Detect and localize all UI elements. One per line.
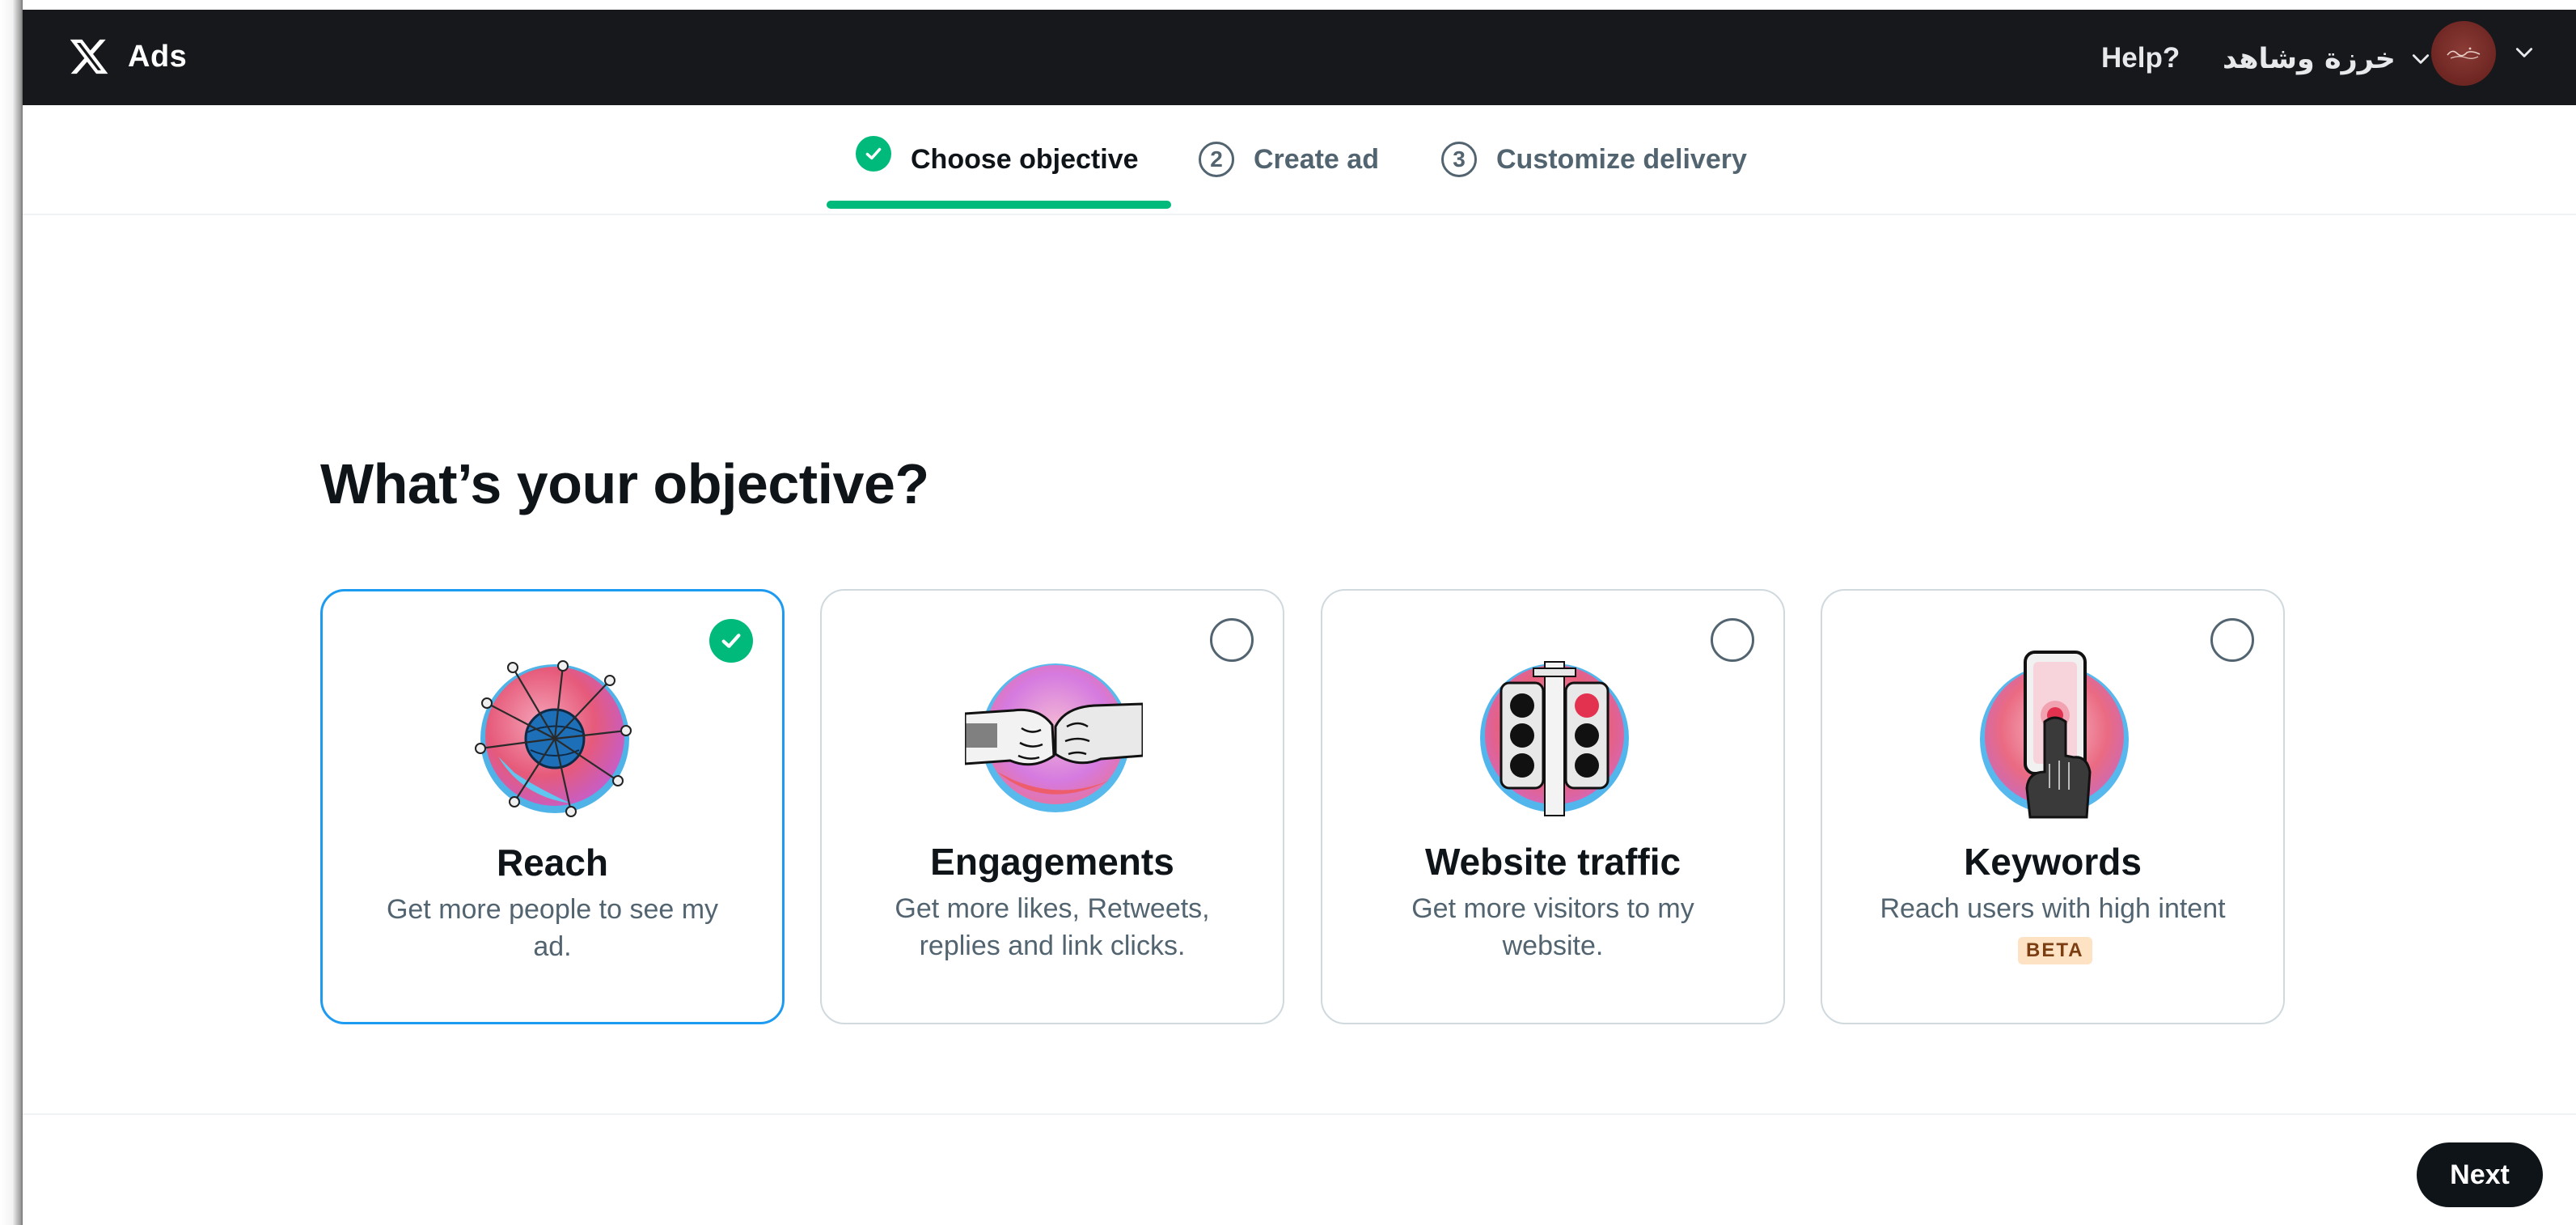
brand-label: Ads [128,39,188,74]
chevron-down-icon [2412,54,2429,64]
step-number-badge: 3 [1441,142,1477,177]
globe-network-illustration-icon [475,660,632,817]
card-description: Reach users with high intent [1880,893,2226,924]
objective-card-website-traffic[interactable]: Website traffic Get more visitors to my … [1321,589,1785,1024]
card-title: Keywords [1964,841,2142,883]
beta-badge: BETA [2018,937,2092,964]
card-description: Get more visitors to my website. [1411,893,1694,961]
footer-divider [23,1113,2576,1115]
step-choose-objective[interactable]: Choose objective [856,136,1139,180]
step-label: Create ad [1254,143,1379,175]
check-icon [856,136,891,172]
ads-app: Ads Help? خرزة وشاهد Choose objective 2 … [23,10,2576,1225]
help-link[interactable]: Help? [2101,42,2180,74]
selected-check-icon[interactable] [709,619,753,663]
profile-menu-chevron-icon[interactable] [2514,42,2535,63]
objective-card-keywords[interactable]: Keywords Reach users with high intent BE… [1821,589,2285,1024]
avatar[interactable] [2431,21,2496,86]
card-description: Get more likes, Retweets, replies and li… [895,893,1210,961]
objective-card-engagements[interactable]: Engagements Get more likes, Retweets, re… [820,589,1284,1024]
radio-button[interactable] [2210,618,2254,662]
page-title: What’s your objective? [320,452,929,515]
brand[interactable]: Ads [68,32,187,81]
account-switcher[interactable]: خرزة وشاهد [2223,39,2431,79]
fist-bump-illustration-icon [965,663,1143,812]
x-logo-icon [70,39,108,74]
radio-button[interactable] [1210,618,1254,662]
card-title: Website traffic [1424,841,1681,883]
window-frame-top [0,0,2576,10]
window-frame-edge [0,0,23,1225]
phone-tap-illustration-icon [1980,651,2129,819]
step-label: Choose objective [911,143,1139,175]
radio-button[interactable] [1711,618,1754,662]
objective-card-reach[interactable]: Reach Get more people to see my ad. [320,589,785,1024]
step-customize-delivery[interactable]: 3 Customize delivery [1441,139,1747,180]
step-label: Customize delivery [1496,143,1747,175]
step-navigation: Choose objective 2 Create ad 3 Customize… [23,105,2576,215]
card-title: Reach [496,841,609,884]
next-button[interactable]: Next [2417,1142,2543,1207]
account-name: خرزة وشاهد [2223,43,2396,75]
card-title: Engagements [930,841,1174,883]
traffic-light-illustration-icon [1480,661,1629,816]
active-step-indicator [827,201,1171,209]
step-number-badge: 2 [1199,142,1234,177]
step-create-ad[interactable]: 2 Create ad [1199,139,1379,180]
avatar-calligraphy-icon [2447,47,2481,59]
top-bar: Ads Help? خرزة وشاهد [23,10,2576,105]
card-description: Get more people to see my ad. [386,894,719,962]
